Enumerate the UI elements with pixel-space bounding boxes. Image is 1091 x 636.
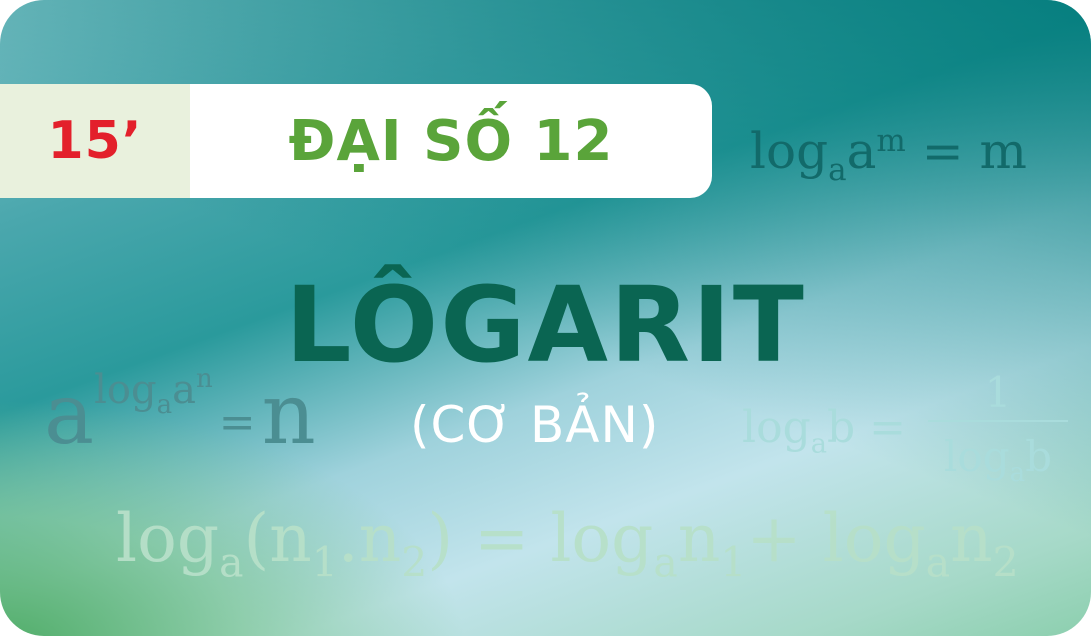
fraction-bar [928, 420, 1068, 422]
duration-badge: 15’ [0, 84, 190, 198]
formula-change-base-fraction: 1 logab [928, 368, 1068, 488]
fraction-denominator: logab [943, 432, 1053, 488]
subject-label: ĐẠI SỐ 12 [190, 84, 712, 198]
level-subtitle: (CƠ BẢN) [410, 396, 660, 454]
formula-log-product: loga(n1.n2) = logan1+ logan2 [116, 500, 1019, 587]
fraction-numerator: 1 [984, 368, 1012, 417]
thumbnail-card: 15’ ĐẠI SỐ 12 logaam = m LÔGARIT alogaan… [0, 0, 1091, 636]
formula-log-power: logaam = m [750, 122, 1027, 188]
formula-exp-log: alogaan=n [44, 364, 316, 463]
formula-change-base-lhs: logab = [742, 402, 907, 460]
